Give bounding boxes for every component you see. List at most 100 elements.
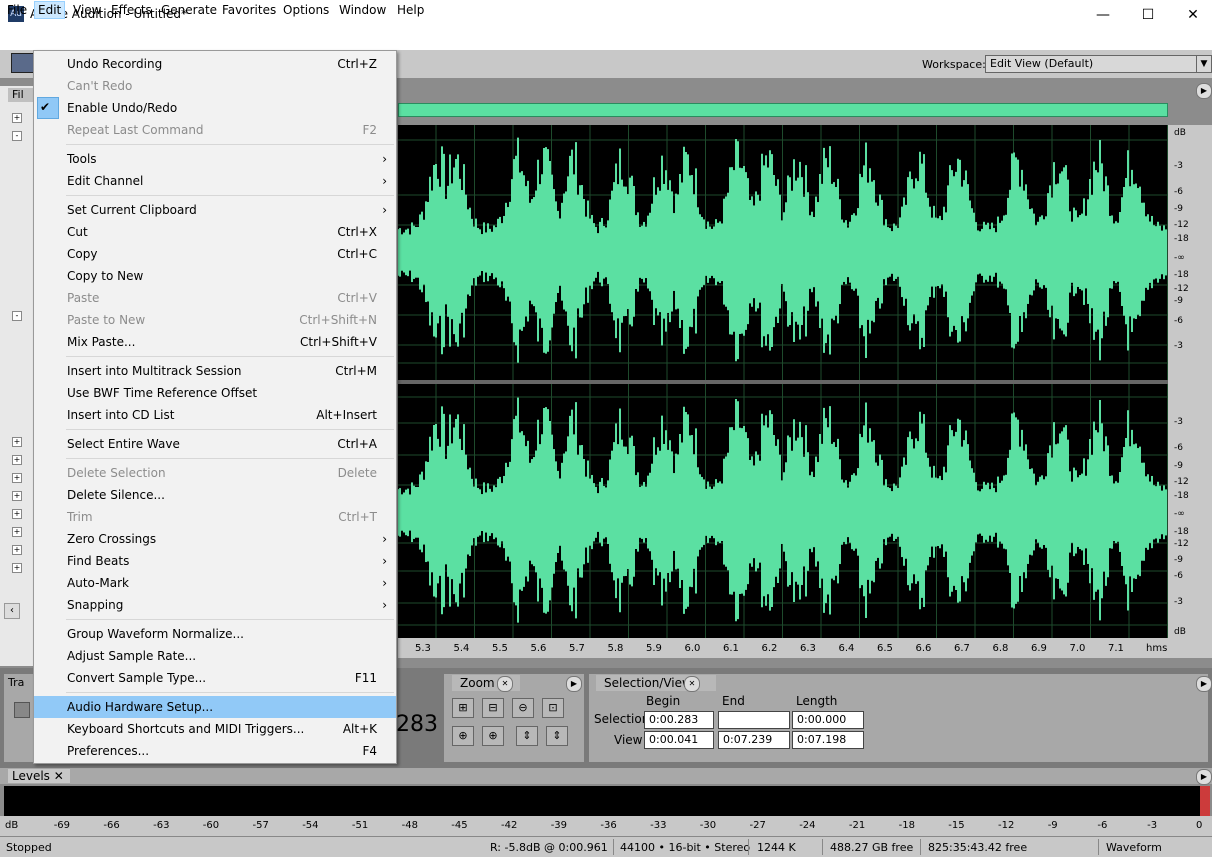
menu-item-auto-mark[interactable]: Auto-Mark › [34,572,396,594]
maximize-button[interactable]: ☐ [1125,0,1171,30]
tree-collapse-icon[interactable]: - [12,311,22,321]
menu-item-set-current-clipboard[interactable]: Set Current Clipboard › [34,199,396,221]
menu-options[interactable]: Options [280,2,332,18]
menu-item-adjust-sample-rate[interactable]: Adjust Sample Rate... [34,645,396,667]
tree-expand-icon[interactable]: + [12,563,22,573]
panel-menu-icon[interactable]: ▶ [566,676,582,692]
tree-expand-icon[interactable]: + [12,509,22,519]
time-tick-label: 6.5 [877,643,893,654]
menu-item-find-beats[interactable]: Find Beats › [34,550,396,572]
menu-favorites[interactable]: Favorites [219,2,279,18]
tree-expand-icon[interactable]: + [12,113,22,123]
selection-begin-field[interactable]: 0:00.283 [644,711,714,729]
tree-expand-icon[interactable]: + [12,545,22,555]
close-icon[interactable]: ✕ [684,676,700,692]
menu-item-insert-into-cd-list[interactable]: Insert into CD List Alt+Insert [34,404,396,426]
status-size: 1244 K [757,841,796,854]
selection-length-field[interactable]: 0:00.000 [792,711,864,729]
time-ruler: 5.3 5.4 5.5 5.6 5.7 5.8 5.9 6.0 6.1 6.2 6.3 6.4 6.5 6… [398,638,1212,658]
zoom-vertical-out-icon[interactable]: ⇕ [546,726,568,746]
view-end-field[interactable]: 0:07.239 [718,731,790,749]
time-tick-label: 5.4 [453,643,470,654]
menu-item-audio-hardware-setup[interactable]: Audio Hardware Setup... [34,696,396,718]
menu-item-undo-recording[interactable]: Undo Recording Ctrl+Z [34,53,396,75]
menu-item-copy-to-new[interactable]: Copy to New [34,265,396,287]
waveform-overview-bar[interactable] [398,103,1168,117]
menu-view[interactable]: View [70,2,104,18]
menu-item-label: Cut [67,225,88,239]
tree-expand-icon[interactable]: + [12,455,22,465]
workspace-select[interactable]: Edit View (Default) ▼ [985,55,1212,73]
panel-menu-icon[interactable]: ▶ [1196,769,1212,785]
menu-item-label: Paste [67,291,100,305]
menu-help[interactable]: Help [394,2,427,18]
db-tick-label: -18 [1174,491,1189,501]
selection-end-field[interactable] [718,711,790,729]
db-tick-label: -18 [1174,527,1189,537]
menu-item-shortcut: F2 [362,123,377,137]
zoom-out-full-icon[interactable]: ⊟ [482,698,504,718]
menu-effects[interactable]: Effects [108,2,155,18]
minimize-button[interactable]: — [1080,0,1126,30]
menu-item-group-waveform-normalize[interactable]: Group Waveform Normalize... [34,623,396,645]
tree-expand-icon[interactable]: + [12,491,22,501]
menu-item-tools[interactable]: Tools › [34,148,396,170]
tree-expand-icon[interactable]: + [12,473,22,483]
workspace-label: Workspace: [922,58,986,71]
level-tick-label: -42 [501,820,518,831]
menu-item-convert-sample-type[interactable]: Convert Sample Type... F11 [34,667,396,689]
close-button[interactable]: ✕ [1170,0,1212,30]
waveform-display[interactable] [397,125,1168,638]
tab-transport[interactable]: Tra [8,676,24,689]
view-begin-field[interactable]: 0:00.041 [644,731,714,749]
tree-expand-icon[interactable]: + [12,527,22,537]
panel-menu-icon[interactable]: ▶ [1196,83,1212,99]
level-tick-label: -33 [650,820,667,831]
zoom-out-icon[interactable]: ⊖ [512,698,534,718]
menu-file[interactable]: File [4,2,30,18]
menu-item-select-entire-wave[interactable]: Select Entire Wave Ctrl+A [34,433,396,455]
menu-generate[interactable]: Generate [158,2,220,18]
edit-view-icon[interactable] [11,53,35,73]
stop-icon[interactable] [14,702,30,718]
menu-separator [66,195,394,196]
level-tick-label: -15 [948,820,965,831]
menu-item-preferences[interactable]: Preferences... F4 [34,740,396,762]
menu-item-mix-paste[interactable]: Mix Paste... Ctrl+Shift+V [34,331,396,353]
menu-item-use-bwf-time-reference-offset[interactable]: Use BWF Time Reference Offset [34,382,396,404]
menu-item-edit-channel[interactable]: Edit Channel › [34,170,396,192]
close-icon[interactable]: ✕ [497,676,513,692]
level-tick-label: -30 [699,820,717,831]
scroll-left-icon[interactable]: ‹ [4,603,20,619]
menu-item-keyboard-shortcuts-and-midi-triggers[interactable]: Keyboard Shortcuts and MIDI Triggers... A… [34,718,396,740]
zoom-right-icon[interactable]: ⊕ [482,726,504,746]
panel-menu-icon[interactable]: ▶ [1196,676,1212,692]
menu-window[interactable]: Window [336,2,389,18]
menu-item-delete-silence[interactable]: Delete Silence... [34,484,396,506]
tree-collapse-icon[interactable]: - [12,131,22,141]
menu-separator [66,144,394,145]
tree-expand-icon[interactable]: + [12,437,22,447]
menu-item-label: Audio Hardware Setup... [67,700,214,714]
menu-item-enable-undo-redo[interactable]: ✔ Enable Undo/Redo [34,97,396,119]
db-tick-label: -6 [1174,571,1183,581]
zoom-selection-icon[interactable]: ⊡ [542,698,564,718]
menu-item-snapping[interactable]: Snapping › [34,594,396,616]
menu-item-insert-into-multitrack-session[interactable]: Insert into Multitrack Session Ctrl+M [34,360,396,382]
level-tick-label: 0 [1196,820,1203,831]
menu-item-copy[interactable]: Copy Ctrl+C [34,243,396,265]
menu-item-label: Adjust Sample Rate... [67,649,197,663]
clip-indicator[interactable] [1200,786,1210,816]
view-length-field[interactable]: 0:07.198 [792,731,864,749]
menu-item-shortcut: Ctrl+T [338,510,377,524]
menu-edit[interactable]: Edit [34,1,66,19]
time-tick-label: hms [1146,643,1168,654]
tab-levels[interactable]: Levels ✕ [8,769,70,783]
zoom-in-full-icon[interactable]: ⊞ [452,698,474,718]
menu-item-zero-crossings[interactable]: Zero Crossings › [34,528,396,550]
time-tick-label: 6.4 [838,643,855,654]
menu-item-cut[interactable]: Cut Ctrl+X [34,221,396,243]
zoom-vertical-in-icon[interactable]: ⇕ [516,726,538,746]
db-tick-label: -3 [1174,417,1183,427]
zoom-left-icon[interactable]: ⊕ [452,726,474,746]
